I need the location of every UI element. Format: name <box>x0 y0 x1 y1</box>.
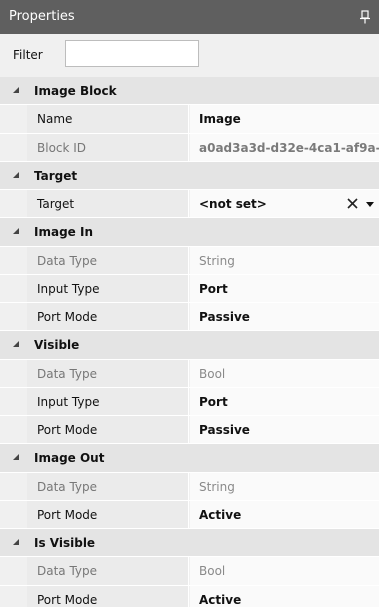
property-row[interactable]: Block ID a0ad3a3d-d32e-4ca1-af9a- <box>0 133 379 162</box>
panel-title: Properties <box>9 9 75 24</box>
property-value[interactable]: String <box>199 473 235 500</box>
property-value-cell[interactable]: Bool <box>190 359 379 387</box>
property-name: Data Type <box>37 366 98 381</box>
property-name: Target <box>37 197 75 211</box>
filter-input[interactable] <box>65 40 199 67</box>
property-name: Port Mode <box>37 310 98 324</box>
property-value[interactable]: a0ad3a3d-d32e-4ca1-af9a- <box>199 134 379 161</box>
property-name: Input Type <box>37 281 100 296</box>
category-label: Image Out <box>34 451 105 466</box>
property-value-cell[interactable]: String <box>190 246 379 274</box>
property-value-cell[interactable]: Bool <box>190 557 379 585</box>
property-value[interactable]: Bool <box>199 360 225 387</box>
property-row[interactable]: Port Mode Active <box>0 585 379 607</box>
property-name: Data Type <box>37 479 98 494</box>
property-value[interactable]: Active <box>199 501 241 528</box>
property-name-cell: Data Type <box>27 557 189 585</box>
category-header[interactable]: Image Block <box>0 77 379 106</box>
property-value[interactable]: Active <box>199 586 241 607</box>
property-value[interactable]: Passive <box>199 416 250 443</box>
property-value[interactable]: Port <box>199 275 228 302</box>
property-row[interactable]: Name Image <box>0 105 379 134</box>
property-row[interactable]: Port Mode Passive <box>0 416 379 445</box>
property-value[interactable]: Bool <box>199 557 225 584</box>
filter-label: Filter <box>13 48 43 62</box>
collapse-triangle-icon[interactable] <box>13 228 19 235</box>
collapse-triangle-icon[interactable] <box>13 171 19 178</box>
chevron-down-icon[interactable] <box>366 202 374 207</box>
property-name-cell: Data Type <box>27 246 189 274</box>
property-name-cell: Input Type <box>27 274 189 302</box>
property-value[interactable]: Passive <box>199 303 250 330</box>
category-label: Image Block <box>34 84 117 98</box>
property-name: Port Mode <box>37 507 98 522</box>
property-row[interactable]: Port Mode Passive <box>0 303 379 332</box>
panel-titlebar: Properties <box>0 0 379 34</box>
property-grid: Image Block Name Image Block ID a0ad3a3d-d32… <box>0 77 379 607</box>
property-name-cell: Port Mode <box>27 500 189 528</box>
category-header[interactable]: Image Out <box>0 444 379 473</box>
property-name-cell: Data Type <box>27 359 189 387</box>
property-name: Block ID <box>37 140 87 155</box>
property-value-cell[interactable]: Image <box>190 105 379 133</box>
property-row[interactable]: Target <not set> <box>0 190 379 219</box>
category-label: Visible <box>34 338 80 353</box>
collapse-triangle-icon[interactable] <box>13 539 19 545</box>
pin-icon[interactable] <box>359 10 371 24</box>
property-row[interactable]: Data Type String <box>0 246 379 275</box>
property-value-cell[interactable]: Active <box>190 500 379 528</box>
property-value-cell[interactable]: Passive <box>190 416 379 444</box>
property-name-cell: Name <box>27 105 189 133</box>
property-name-cell: Port Mode <box>27 416 189 444</box>
property-row[interactable]: Data Type String <box>0 472 379 501</box>
category-header[interactable]: Image In <box>0 218 379 247</box>
category-label: Target <box>34 168 78 183</box>
property-name-cell: Block ID <box>27 133 189 161</box>
property-name-cell: Port Mode <box>27 585 189 607</box>
property-name-cell: Input Type <box>27 387 189 415</box>
property-row[interactable]: Data Type Bool <box>0 359 379 388</box>
close-icon[interactable] <box>346 197 359 210</box>
property-name-cell: Target <box>27 190 189 218</box>
property-value[interactable]: Port <box>199 388 228 415</box>
property-name-cell: Data Type <box>27 472 189 500</box>
category-header[interactable]: Visible <box>0 331 379 360</box>
collapse-triangle-icon[interactable] <box>13 454 19 461</box>
property-name: Port Mode <box>37 592 98 607</box>
property-name: Data Type <box>37 564 98 579</box>
properties-panel: Properties Filter Image Block Name Image Bl… <box>0 0 379 607</box>
collapse-triangle-icon[interactable] <box>13 87 19 93</box>
property-value-cell[interactable]: <not set> <box>190 190 379 218</box>
property-name: Name <box>37 112 73 127</box>
property-name: Data Type <box>37 253 98 268</box>
property-value-cell[interactable]: Active <box>190 585 379 607</box>
property-value-cell[interactable]: Port <box>190 387 379 415</box>
property-value-cell[interactable]: Passive <box>190 303 379 331</box>
category-label: Is Visible <box>34 536 96 550</box>
property-value-cell[interactable]: Port <box>190 274 379 302</box>
property-row[interactable]: Port Mode Active <box>0 500 379 529</box>
filter-bar: Filter <box>0 34 379 76</box>
category-label: Image In <box>34 225 93 240</box>
property-name: Input Type <box>37 394 100 409</box>
category-header[interactable]: Target <box>0 161 379 190</box>
property-row[interactable]: Input Type Port <box>0 387 379 416</box>
property-value[interactable]: <not set> <box>199 190 267 217</box>
property-value[interactable]: String <box>199 247 235 274</box>
category-header[interactable]: Is Visible <box>0 529 379 558</box>
property-value-cell[interactable]: String <box>190 472 379 500</box>
property-value[interactable]: Image <box>199 105 241 132</box>
collapse-triangle-icon[interactable] <box>13 341 19 348</box>
property-row[interactable]: Data Type Bool <box>0 557 379 586</box>
property-name-cell: Port Mode <box>27 303 189 331</box>
property-value-cell[interactable]: a0ad3a3d-d32e-4ca1-af9a- <box>190 133 379 161</box>
property-row[interactable]: Input Type Port <box>0 274 379 303</box>
property-name: Port Mode <box>37 423 98 437</box>
